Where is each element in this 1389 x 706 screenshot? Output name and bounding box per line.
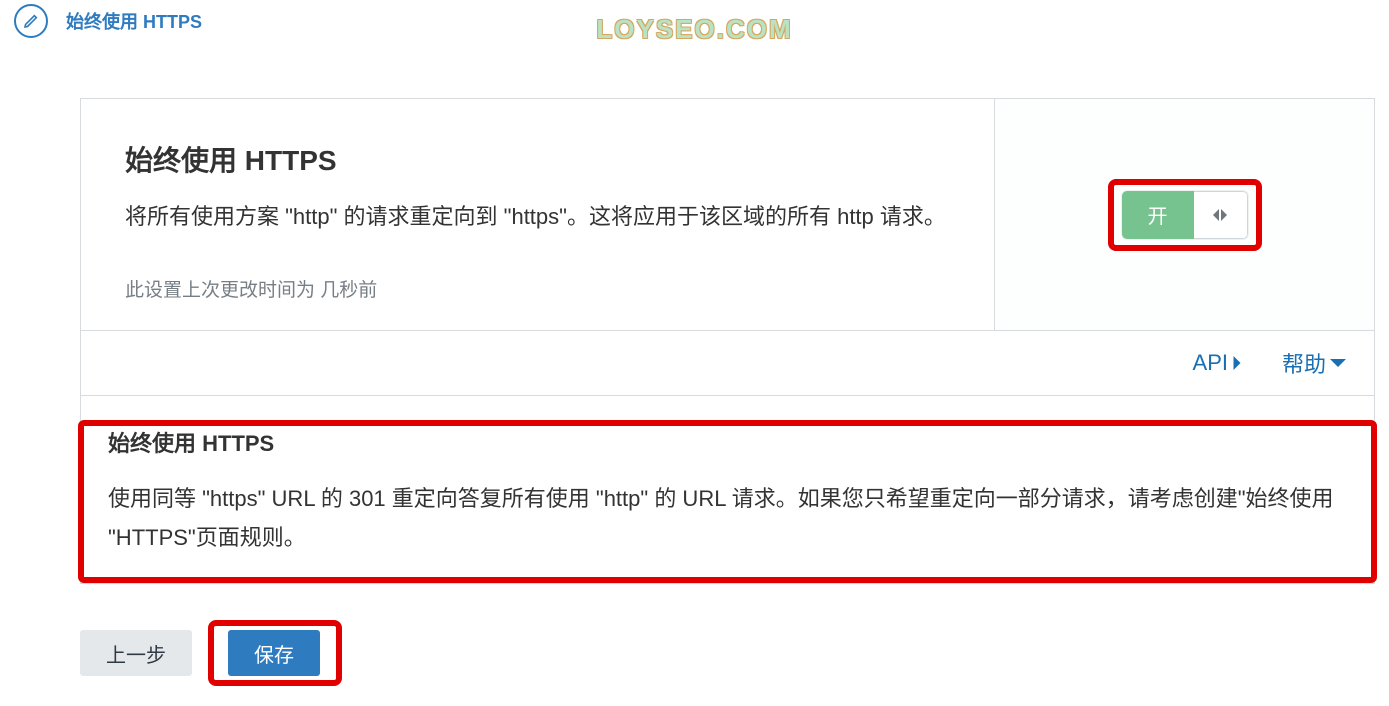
settings-card: 始终使用 HTTPS 将所有使用方案 "http" 的请求重定向到 "https… <box>80 98 1375 331</box>
caret-right-icon <box>1220 209 1228 221</box>
save-button[interactable]: 保存 <box>228 630 320 676</box>
highlight-help: 始终使用 HTTPS 使用同等 "https" URL 的 301 重定向答复所… <box>78 420 1377 583</box>
caret-left-icon <box>1212 209 1220 221</box>
highlight-toggle: 开 <box>1108 179 1262 251</box>
caret-right-icon <box>1232 356 1242 370</box>
card-description: 将所有使用方案 "http" 的请求重定向到 "https"。这将应用于该区域的… <box>125 199 950 235</box>
highlight-save: 保存 <box>208 620 342 686</box>
back-button[interactable]: 上一步 <box>80 630 192 676</box>
caret-down-icon <box>1330 358 1346 368</box>
pencil-icon <box>23 13 39 29</box>
section-title: 始终使用 HTTPS <box>66 8 202 34</box>
help-panel: 始终使用 HTTPS 使用同等 "https" URL 的 301 重定向答复所… <box>80 396 1375 584</box>
api-link-label: API <box>1193 350 1228 376</box>
api-link[interactable]: API <box>1193 347 1242 379</box>
help-body: 使用同等 "https" URL 的 301 重定向答复所有使用 "http" … <box>108 480 1347 557</box>
toggle-knob <box>1194 191 1248 239</box>
https-toggle[interactable]: 开 <box>1122 191 1248 239</box>
card-last-changed: 此设置上次更改时间为 几秒前 <box>125 275 950 302</box>
help-link[interactable]: 帮助 <box>1282 347 1346 379</box>
edit-button[interactable] <box>14 4 48 38</box>
card-title: 始终使用 HTTPS <box>125 139 950 179</box>
card-footer: API 帮助 <box>80 331 1375 396</box>
help-link-label: 帮助 <box>1282 347 1326 379</box>
toggle-on-label: 开 <box>1122 191 1194 239</box>
help-title: 始终使用 HTTPS <box>108 426 1347 458</box>
